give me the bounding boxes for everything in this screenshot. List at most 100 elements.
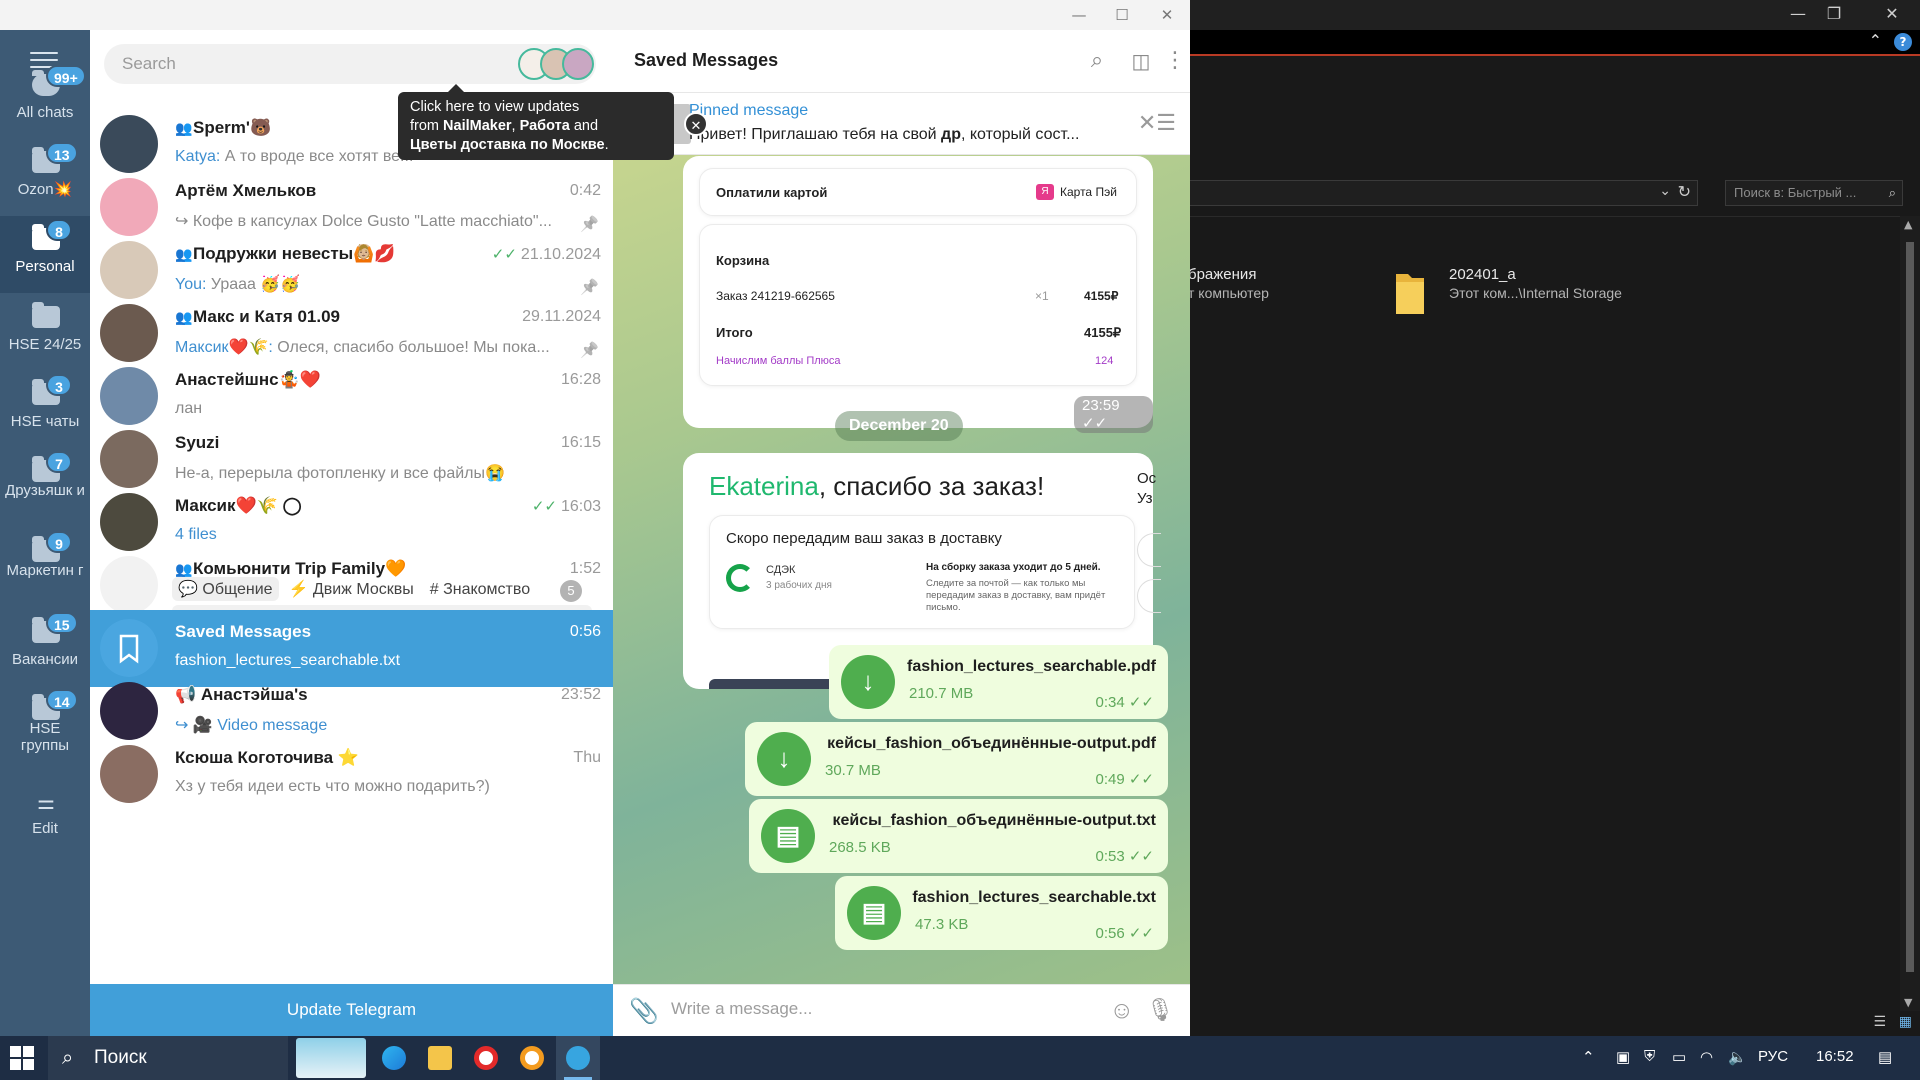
chat-time: 1:52: [570, 560, 601, 578]
file-explorer-app-icon[interactable]: [418, 1036, 462, 1080]
language-indicator[interactable]: РУС: [1758, 1048, 1788, 1065]
tooltip-close-icon[interactable]: ✕: [684, 112, 708, 136]
explorer-item-name: бражения: [1188, 266, 1257, 283]
folder-tab[interactable]: 3 HSE чаты: [0, 371, 90, 448]
avatar: [100, 682, 158, 740]
message-time: 0:34 ✓✓: [1095, 694, 1155, 711]
folder-tab[interactable]: 8 Personal: [0, 216, 90, 293]
explorer-address-bar[interactable]: ⌄ ↻: [1188, 180, 1698, 206]
chat-title[interactable]: Saved Messages: [634, 50, 778, 71]
microphone-icon[interactable]: 🎙: [1146, 997, 1174, 1023]
preview-sender: Максик❤️🌾:: [175, 339, 273, 356]
document-icon[interactable]: ▤: [847, 886, 901, 940]
file-message[interactable]: ▤ кейсы_fashion_объединённые-output.txt 26…: [749, 799, 1168, 873]
meet-now-icon[interactable]: ▣: [1616, 1048, 1630, 1066]
stories-avatars[interactable]: [518, 48, 594, 80]
chat-list-item[interactable]: Ксюша Коготочива ⭐ Thu Хз у тебя идеи есть…: [90, 736, 613, 813]
ribbon-collapse-icon[interactable]: ⌃: [1869, 31, 1882, 50]
start-button[interactable]: [10, 1046, 34, 1070]
folder-tab[interactable]: 9 Маркетин г: [0, 528, 90, 605]
payment-row: Оплатили картой Я Карта Пэй: [699, 168, 1137, 216]
carousel-next-card[interactable]: [1137, 533, 1161, 567]
explorer-close-button[interactable]: ✕: [1864, 0, 1920, 30]
file-name: fashion_lectures_searchable.pdf: [907, 658, 1156, 675]
folder-tab[interactable]: 13 Ozon💥: [0, 139, 90, 216]
preview-text: fashion_lectures_searchable.txt: [175, 652, 401, 669]
explorer-content-pane: [1188, 216, 1900, 1011]
search-highlight-widget[interactable]: [296, 1038, 366, 1078]
maximize-button[interactable]: ☐: [1100, 0, 1144, 30]
pinned-text-bold: др: [941, 126, 961, 143]
battery-icon[interactable]: ▭: [1672, 1048, 1686, 1066]
folder-tab[interactable]: ⚌ Edit: [0, 778, 90, 855]
tiles-view-icon[interactable]: ▦: [1899, 1014, 1912, 1030]
explorer-restore-button[interactable]: ❐: [1806, 0, 1862, 30]
taskbar-search-input[interactable]: ⌕ Поиск: [48, 1036, 288, 1080]
unpin-icon[interactable]: ✕☰: [1138, 110, 1176, 136]
volume-icon[interactable]: 🔈: [1728, 1048, 1747, 1066]
avatar: [100, 367, 158, 425]
attach-icon[interactable]: 📎: [629, 997, 659, 1026]
update-telegram-button[interactable]: Update Telegram: [90, 984, 613, 1036]
sidebar-toggle-icon[interactable]: ◫: [1128, 48, 1154, 74]
group-icon: 👥: [175, 561, 193, 577]
avatar: [100, 430, 158, 488]
carousel-next-card[interactable]: [1137, 579, 1161, 613]
opera-app-icon[interactable]: [510, 1036, 554, 1080]
tooltip-text: ,: [511, 118, 516, 134]
scroll-down-icon[interactable]: ▼: [1904, 996, 1912, 1009]
file-message[interactable]: ▤ fashion_lectures_searchable.txt 47.3 KB 0…: [835, 876, 1168, 950]
close-button[interactable]: ✕: [1145, 0, 1189, 30]
topic-chip[interactable]: ⚡ Движ Москвы: [283, 577, 420, 601]
download-icon[interactable]: ↓: [757, 732, 811, 786]
folder-label: Друзьяшк и: [5, 482, 85, 499]
wifi-icon[interactable]: ◠: [1700, 1048, 1713, 1066]
address-dropdown-icon[interactable]: ⌄: [1659, 183, 1671, 199]
explorer-titlebar: — ❐ ✕: [1188, 0, 1920, 30]
clock[interactable]: 16:52: [1816, 1048, 1854, 1065]
edge-app-icon[interactable]: [372, 1036, 416, 1080]
search-icon: ⌕: [1888, 185, 1896, 200]
explorer-scrollbar[interactable]: ▲ ▼: [1900, 216, 1920, 1011]
pin-icon: 📌: [580, 278, 599, 296]
search-icon[interactable]: ⌕: [1084, 48, 1110, 74]
help-icon[interactable]: ?: [1894, 33, 1912, 51]
details-view-icon[interactable]: ☰: [1873, 1014, 1886, 1030]
download-icon[interactable]: ↓: [841, 655, 895, 709]
unread-badge: 3: [46, 374, 72, 396]
explorer-item[interactable]: 202401_a Этот ком...\Internal Storage: [1449, 266, 1622, 301]
chat-time: 16:15: [561, 434, 601, 452]
scrollbar-thumb[interactable]: [1906, 242, 1914, 972]
telegram-app-icon[interactable]: [556, 1036, 600, 1080]
receipt-message[interactable]: Оплатили картой Я Карта Пэй Корзина Зака…: [683, 156, 1153, 433]
chat-name-text: Анастейшнс🤹❤️: [175, 370, 321, 389]
folder-tab[interactable]: HSE 24/25: [0, 294, 90, 371]
more-options-icon[interactable]: ⋮: [1162, 48, 1188, 74]
message-input[interactable]: Write a message...: [671, 999, 812, 1019]
customer-name: Ekaterina: [709, 471, 819, 501]
emoji-icon[interactable]: ☺: [1109, 997, 1134, 1025]
refresh-icon[interactable]: ↻: [1678, 182, 1691, 201]
story-avatar[interactable]: [562, 48, 594, 80]
topic-chip[interactable]: # Знакомство: [424, 579, 536, 601]
folder-tab[interactable]: 14 HSE группы: [0, 686, 90, 763]
explorer-item[interactable]: бражения т компьютер: [1188, 266, 1269, 301]
document-icon[interactable]: ▤: [761, 809, 815, 863]
explorer-search-input[interactable]: Поиск в: Быстрый ... ⌕: [1725, 180, 1903, 206]
file-message[interactable]: ↓ кейсы_fashion_объединённые-output.pdf 30…: [745, 722, 1168, 796]
folder-tab[interactable]: 15 Вакансии: [0, 609, 90, 686]
pin-icon: 📌: [580, 215, 599, 233]
show-hidden-icons-icon[interactable]: ⌃: [1582, 1048, 1595, 1066]
yandex-browser-app-icon[interactable]: [464, 1036, 508, 1080]
security-icon[interactable]: ⛨: [1644, 1048, 1655, 1065]
minimize-button[interactable]: —: [1057, 0, 1101, 30]
folder-tab[interactable]: 7 Друзьяшк и: [0, 448, 90, 525]
date-separator: December 20: [835, 411, 963, 441]
file-message[interactable]: ↓ fashion_lectures_searchable.pdf 210.7 MB…: [829, 645, 1168, 719]
notifications-icon[interactable]: ▤: [1878, 1048, 1892, 1066]
scroll-up-icon[interactable]: ▲: [1904, 218, 1912, 231]
folder-tab[interactable]: 99+ All chats: [0, 62, 90, 139]
topic-chip[interactable]: 💬 Общение: [172, 577, 279, 601]
folder-icon[interactable]: [1392, 268, 1428, 320]
saved-messages-avatar: [100, 619, 158, 677]
